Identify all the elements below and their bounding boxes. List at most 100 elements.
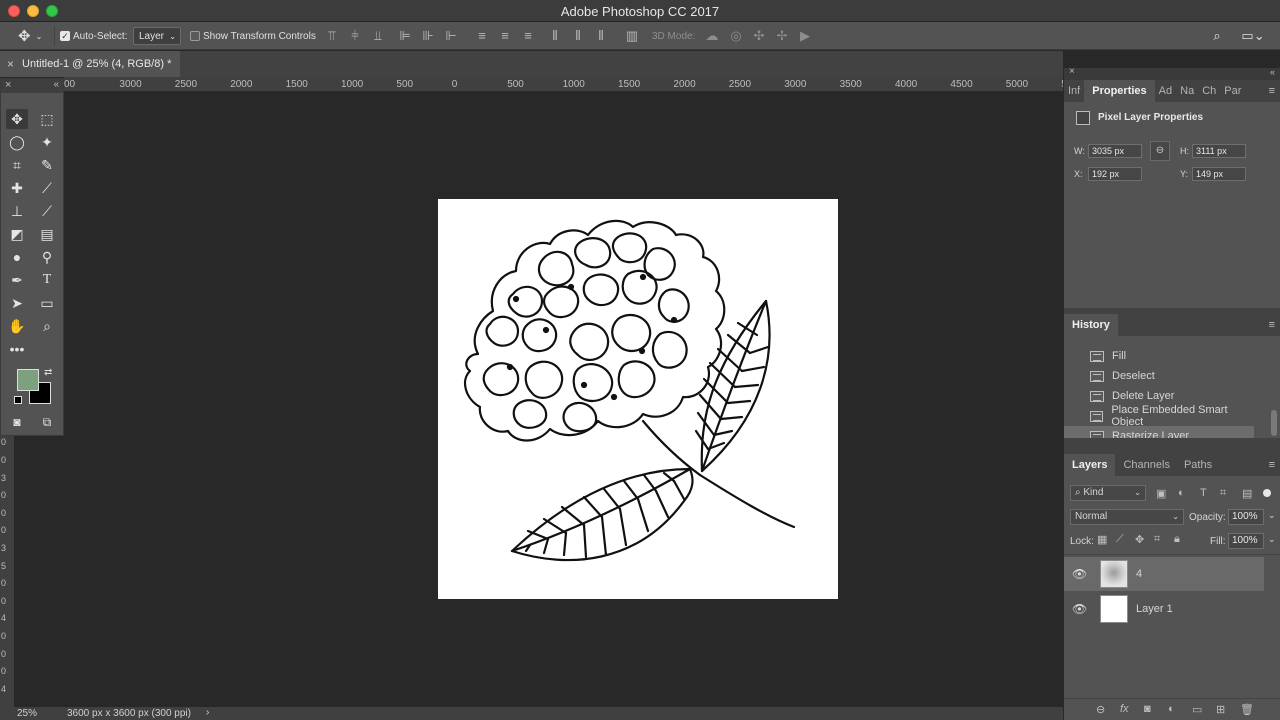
- more-tools-icon[interactable]: •••: [6, 339, 28, 359]
- width-field[interactable]: 3035 px: [1088, 144, 1142, 158]
- search-icon[interactable]: ⌕: [1209, 28, 1225, 44]
- history-item[interactable]: Fill: [1064, 346, 1254, 366]
- blend-mode-dropdown[interactable]: Normal ⌄: [1070, 509, 1184, 525]
- link-layers-icon[interactable]: ⊖: [1096, 703, 1105, 716]
- auto-align-layers-icon[interactable]: ▥: [624, 28, 640, 44]
- quick-mask-icon[interactable]: ◙: [6, 412, 28, 432]
- fill-field[interactable]: 100%: [1228, 533, 1264, 549]
- eraser-tool-icon[interactable]: ◩: [6, 224, 28, 244]
- history-item[interactable]: Deselect: [1064, 366, 1254, 386]
- collapse-panel-icon[interactable]: «: [53, 79, 59, 90]
- align-left-icon[interactable]: ⊫: [397, 28, 413, 44]
- distribute-bottom-icon[interactable]: ≡: [520, 28, 536, 43]
- history-brush-tool-icon[interactable]: ⟋: [36, 201, 58, 221]
- chevron-down-icon[interactable]: ⌄: [1268, 534, 1276, 545]
- history-scrollbar[interactable]: [1271, 410, 1277, 436]
- panel-menu-icon[interactable]: ≡: [1269, 319, 1275, 331]
- tab-info[interactable]: Inf: [1064, 80, 1084, 102]
- document-canvas[interactable]: [438, 199, 838, 599]
- lock-artboard-icon[interactable]: ⌗: [1154, 533, 1160, 546]
- tab-history[interactable]: History: [1064, 314, 1118, 336]
- layer-name[interactable]: Layer 1: [1136, 603, 1173, 615]
- gradient-tool-icon[interactable]: ▤: [36, 224, 58, 244]
- tab-channels[interactable]: Channels: [1115, 454, 1177, 476]
- chevron-down-icon[interactable]: ⌄: [1268, 510, 1276, 521]
- align-right-icon[interactable]: ⊩: [443, 28, 459, 44]
- panel-menu-icon[interactable]: ≡: [1269, 459, 1275, 471]
- x-field[interactable]: 192 px: [1088, 167, 1142, 181]
- opacity-field[interactable]: 100%: [1228, 509, 1264, 525]
- document-info[interactable]: 3600 px x 3600 px (300 ppi): [67, 708, 191, 719]
- crop-tool-icon[interactable]: ⌗: [6, 155, 28, 175]
- screen-mode-icon[interactable]: ⧉: [36, 412, 58, 432]
- layer-row-selected[interactable]: 👁︎ 4: [1064, 557, 1264, 591]
- visibility-eye-icon[interactable]: 👁︎: [1072, 602, 1087, 616]
- auto-select-checkbox[interactable]: ✓: [60, 22, 70, 50]
- lock-transparent-icon[interactable]: ▦: [1097, 533, 1107, 546]
- filter-adjustment-icon[interactable]: ◐: [1178, 487, 1185, 499]
- brush-tool-icon[interactable]: ⟋: [36, 178, 58, 198]
- filter-smart-object-icon[interactable]: ▤: [1242, 487, 1252, 500]
- new-layer-icon[interactable]: ⊞: [1216, 703, 1225, 716]
- layer-style-icon[interactable]: fx: [1120, 703, 1129, 715]
- move-tool-icon[interactable]: ✥: [6, 109, 28, 129]
- lock-all-icon[interactable]: 🔒︎: [1174, 533, 1180, 546]
- hand-tool-icon[interactable]: ✋: [6, 316, 28, 336]
- healing-brush-tool-icon[interactable]: ✚: [6, 178, 28, 198]
- distribute-top-icon[interactable]: ≡: [474, 28, 490, 43]
- document-tab[interactable]: × Untitled-1 @ 25% (4, RGB/8) *: [0, 51, 180, 77]
- move-tool-preset-icon[interactable]: ✥ ⌄: [18, 22, 42, 50]
- distribute-horizontal-center-icon[interactable]: ⦀: [570, 28, 586, 44]
- zoom-tool-icon[interactable]: ⌕: [36, 316, 58, 336]
- distribute-left-icon[interactable]: ⦀: [547, 28, 563, 44]
- filter-type-icon[interactable]: T: [1200, 487, 1207, 499]
- 3d-roll-icon[interactable]: ◎: [728, 28, 744, 44]
- auto-select-dropdown[interactable]: Layer ⌄: [133, 27, 181, 45]
- chevron-right-icon[interactable]: ›: [206, 707, 209, 718]
- add-mask-icon[interactable]: ◙: [1144, 703, 1151, 715]
- distribute-vertical-center-icon[interactable]: ≡: [497, 28, 513, 43]
- history-item-selected[interactable]: Rasterize Layer: [1064, 426, 1254, 438]
- 3d-slide-icon[interactable]: ✢: [774, 28, 790, 44]
- marquee-tool-icon[interactable]: ⬚: [36, 109, 58, 129]
- distribute-right-icon[interactable]: ⦀: [593, 28, 609, 44]
- type-tool-icon[interactable]: T: [36, 270, 58, 290]
- panel-menu-icon[interactable]: ≡: [1269, 85, 1275, 97]
- new-group-icon[interactable]: ▭: [1192, 703, 1202, 716]
- rectangle-tool-icon[interactable]: ▭: [36, 293, 58, 313]
- lock-image-icon[interactable]: ⟋: [1116, 533, 1124, 546]
- tab-layers[interactable]: Layers: [1064, 454, 1116, 476]
- 3d-drag-icon[interactable]: ✣: [751, 28, 767, 44]
- history-item[interactable]: Delete Layer: [1064, 386, 1254, 406]
- tab-navigator[interactable]: Na: [1176, 80, 1198, 102]
- tab-adjustments[interactable]: Ad: [1155, 80, 1176, 102]
- dodge-tool-icon[interactable]: ⚲: [36, 247, 58, 267]
- filter-shape-icon[interactable]: ⌗: [1220, 487, 1226, 500]
- link-icon[interactable]: ⊖: [1150, 141, 1170, 161]
- tab-paths[interactable]: Paths: [1178, 454, 1218, 476]
- layer-row[interactable]: 👁︎ Layer 1: [1064, 592, 1264, 626]
- layer-name[interactable]: 4: [1136, 568, 1142, 580]
- zoom-level[interactable]: 25%: [17, 708, 37, 719]
- show-transform-checkbox[interactable]: [190, 22, 200, 50]
- tab-paragraph[interactable]: Par: [1220, 80, 1245, 102]
- eyedropper-tool-icon[interactable]: ✎: [36, 155, 58, 175]
- align-vertical-center-icon[interactable]: ⫩: [347, 28, 363, 44]
- 3d-orbit-icon[interactable]: ☁: [704, 28, 720, 44]
- workspace-switcher-icon[interactable]: ▭⌄: [1240, 28, 1266, 44]
- filter-pixel-icon[interactable]: ▣: [1156, 487, 1166, 500]
- 3d-scale-icon[interactable]: ▶: [797, 28, 813, 44]
- align-bottom-icon[interactable]: ⫫: [370, 28, 386, 44]
- close-dock-icon[interactable]: ×: [1069, 66, 1075, 77]
- history-item[interactable]: Place Embedded Smart Object: [1064, 404, 1254, 428]
- default-colors-icon[interactable]: [14, 396, 22, 404]
- filter-toggle-icon[interactable]: [1263, 489, 1271, 497]
- height-field[interactable]: 3111 px: [1192, 144, 1246, 158]
- lasso-tool-icon[interactable]: ◯: [6, 132, 28, 152]
- delete-layer-icon[interactable]: 🗑︎: [1240, 703, 1254, 716]
- lock-position-icon[interactable]: ✥: [1135, 533, 1144, 546]
- y-field[interactable]: 149 px: [1192, 167, 1246, 181]
- filter-kind-dropdown[interactable]: ⌕ Kind ⌄: [1070, 485, 1146, 501]
- collapse-dock-icon[interactable]: «: [1270, 67, 1275, 77]
- clone-stamp-tool-icon[interactable]: ⊥: [6, 201, 28, 221]
